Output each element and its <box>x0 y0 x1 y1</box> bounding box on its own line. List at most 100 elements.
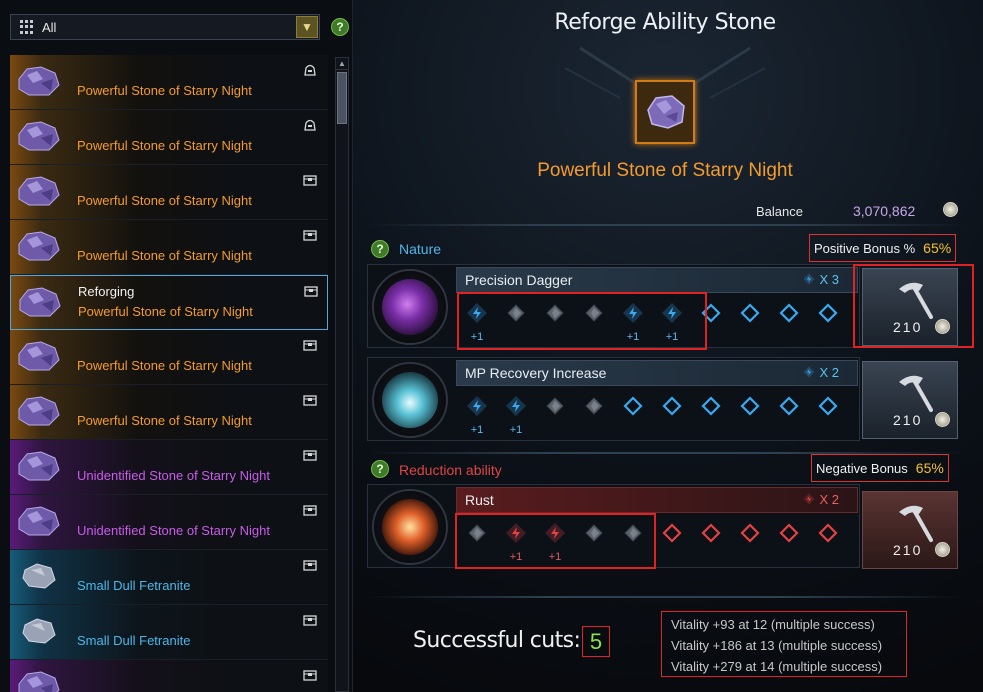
balance-value: 3,070,862 <box>853 203 916 219</box>
stone-name: Unidentified Stone of Starry Night <box>77 468 270 483</box>
list-item[interactable] <box>10 660 328 692</box>
chest-icon <box>303 668 317 681</box>
empty-node-icon <box>778 522 800 544</box>
failed-node-icon <box>544 395 566 417</box>
empty-node-icon <box>739 395 761 417</box>
list-item[interactable]: Powerful Stone of Starry Night <box>10 165 328 220</box>
stone-list: Powerful Stone of Starry Night Powerful S… <box>10 55 328 692</box>
ability-orb-icon <box>372 362 448 438</box>
bolt-icon <box>803 366 815 378</box>
stone-list-panel: All ▼ ? Powerful Stone of Starry Night Po… <box>0 0 353 692</box>
stone-icon <box>18 506 60 536</box>
bolt-icon <box>803 273 815 285</box>
chest-icon <box>303 393 317 406</box>
list-item[interactable]: Powerful Stone of Starry Night <box>10 110 328 165</box>
stone-icon <box>18 341 60 371</box>
ability-header: Rust X 2 <box>456 487 858 513</box>
empty-node-icon <box>739 302 761 324</box>
reforge-screen: All ▼ ? Powerful Stone of Starry Night Po… <box>0 0 983 692</box>
silver-coin-icon <box>935 412 950 427</box>
chest-icon <box>303 613 317 626</box>
stone-icon <box>18 396 60 426</box>
stone-name: Unidentified Stone of Starry Night <box>77 523 270 538</box>
list-item[interactable]: Powerful Stone of Starry Night <box>10 220 328 275</box>
stone-icon <box>19 287 61 317</box>
plus-one-label: +1 <box>470 424 484 436</box>
successful-cuts-label: Successful cuts: <box>413 628 581 653</box>
chest-icon <box>303 558 317 571</box>
nature-help-icon[interactable]: ? <box>371 240 389 258</box>
stone-icon <box>18 121 60 151</box>
list-item[interactable]: Powerful Stone of Starry Night <box>10 55 328 110</box>
stone-icon <box>18 66 60 96</box>
help-icon[interactable]: ? <box>331 18 349 36</box>
bag-icon <box>303 118 317 131</box>
ability-name: Rust <box>465 492 494 508</box>
list-item[interactable]: Powerful Stone of Starry Night <box>10 385 328 440</box>
filter-dropdown[interactable]: All ▼ <box>10 14 320 40</box>
stone-icon <box>18 176 60 206</box>
ability-row-mp-recovery: MP Recovery Increase X 2 +1 +1 <box>367 357 860 441</box>
stone-icon <box>22 618 56 644</box>
vitality-line: Vitality +93 at 12 (multiple success) <box>671 617 875 632</box>
vitality-line: Vitality +279 at 14 (multiple success) <box>671 659 883 674</box>
hammer-icon <box>893 500 937 544</box>
list-item[interactable]: Small Dull Fetranite <box>10 550 328 605</box>
positive-bonus-label: Positive Bonus % <box>814 240 916 256</box>
grid-icon <box>20 20 34 34</box>
nature-label: Nature <box>399 241 442 257</box>
selected-stone-name: Powerful Stone of Starry Night <box>537 160 793 181</box>
list-item[interactable]: Small Dull Fetranite <box>10 605 328 660</box>
divider <box>367 596 965 598</box>
cut-cost: 210 <box>893 542 923 558</box>
list-scrollbar[interactable]: ▲ <box>335 57 349 692</box>
silver-coin-icon <box>943 202 958 217</box>
negative-bonus-value: 65% <box>915 460 944 476</box>
list-item[interactable]: Powerful Stone of Starry Night <box>10 330 328 385</box>
ability-multiplier: X 2 <box>803 365 839 380</box>
list-item[interactable]: Reforging Powerful Stone of Starry Night <box>10 275 328 330</box>
stone-icon <box>22 563 56 589</box>
reduction-label: Reduction ability <box>399 462 502 478</box>
status-tag: Reforging <box>78 284 135 299</box>
stone-name: Small Dull Fetranite <box>77 578 191 593</box>
stone-icon <box>18 231 60 261</box>
ability-multiplier: X 2 <box>803 492 839 507</box>
stone-name: Powerful Stone of Starry Night <box>77 83 252 98</box>
ability-name: MP Recovery Increase <box>465 365 607 381</box>
success-node-icon <box>505 395 527 417</box>
list-item[interactable]: Unidentified Stone of Starry Night <box>10 440 328 495</box>
negative-bonus-label: Negative Bonus <box>816 460 908 476</box>
scroll-thumb[interactable] <box>337 72 347 124</box>
empty-node-icon <box>661 395 683 417</box>
empty-node-icon <box>817 395 839 417</box>
scroll-up-icon[interactable]: ▲ <box>336 58 348 70</box>
chest-icon <box>303 228 317 241</box>
stone-name: Small Dull Fetranite <box>77 633 191 648</box>
highlight-box <box>455 513 656 569</box>
empty-node-icon <box>700 395 722 417</box>
selected-stone-icon <box>635 80 695 144</box>
reduction-help-icon[interactable]: ? <box>371 460 389 478</box>
hammer-icon <box>893 370 937 414</box>
balance-label: Balance <box>756 204 803 219</box>
vitality-info-box: Vitality +93 at 12 (multiple success) Vi… <box>661 611 907 677</box>
empty-node-icon <box>661 522 683 544</box>
list-item[interactable]: Unidentified Stone of Starry Night <box>10 495 328 550</box>
filter-label: All <box>42 19 57 35</box>
cut-cost: 210 <box>893 412 923 428</box>
ability-header: Precision Dagger X 3 <box>456 267 858 293</box>
stone-name: Powerful Stone of Starry Night <box>77 193 252 208</box>
cut-button[interactable]: 210 <box>862 491 958 569</box>
empty-node-icon <box>778 395 800 417</box>
successful-cuts-value: 5 <box>582 626 610 657</box>
divider <box>367 224 965 226</box>
cut-button[interactable]: 210 <box>862 361 958 439</box>
chevron-down-icon[interactable]: ▼ <box>296 16 318 38</box>
plus-one-label: +1 <box>509 424 523 436</box>
ability-header: MP Recovery Increase X 2 <box>456 360 858 386</box>
stone-name: Powerful Stone of Starry Night <box>77 413 252 428</box>
ability-orb-icon <box>372 269 448 345</box>
multiplier-value: X 2 <box>819 492 839 507</box>
multiplier-value: X 3 <box>819 272 839 287</box>
